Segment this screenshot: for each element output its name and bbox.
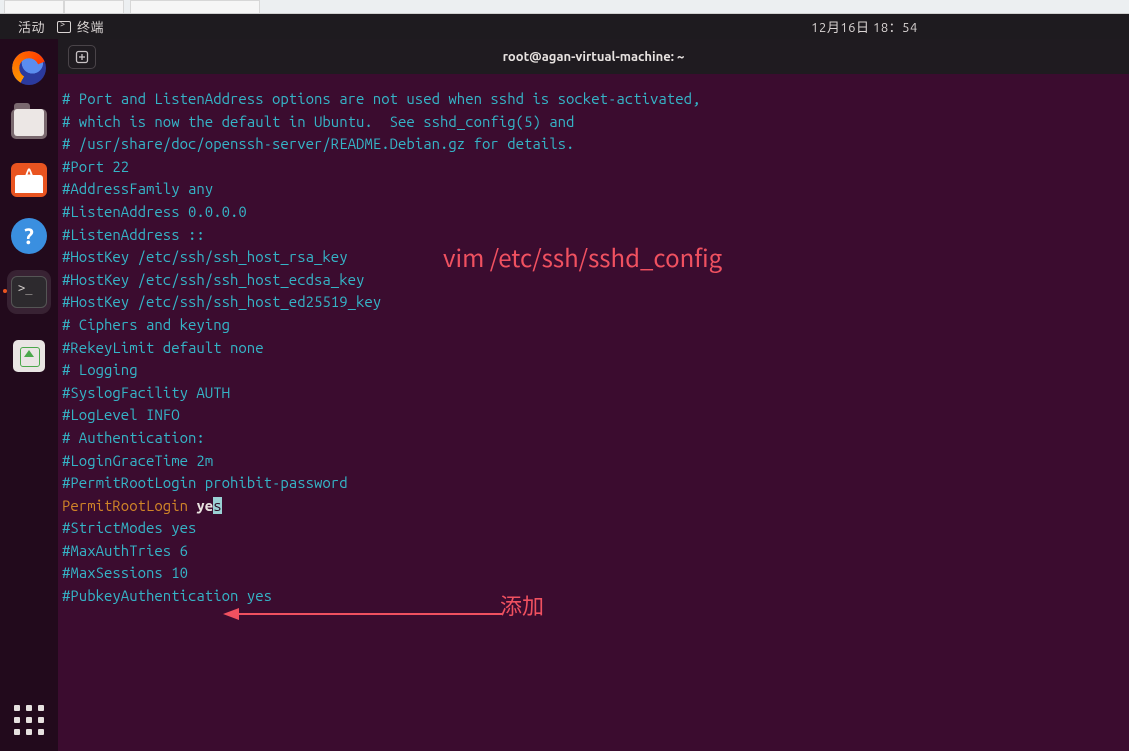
terminal-line: #AddressFamily any bbox=[62, 178, 1129, 201]
terminal-viewport[interactable]: # Port and ListenAddress options are not… bbox=[58, 74, 1129, 751]
help-icon[interactable]: ? bbox=[8, 215, 50, 257]
terminal-line: #SyslogFacility AUTH bbox=[62, 382, 1129, 405]
active-app-label: 终端 bbox=[77, 17, 104, 36]
terminal-line: #PermitRootLogin prohibit-password bbox=[62, 472, 1129, 495]
host-tab[interactable] bbox=[64, 0, 124, 13]
trash-icon[interactable] bbox=[8, 335, 50, 377]
terminal-line: #LogLevel INFO bbox=[62, 404, 1129, 427]
terminal-small-icon bbox=[57, 21, 71, 33]
terminal-titlebar[interactable]: root@agan-virtual-machine: ~ bbox=[58, 39, 1129, 74]
terminal-line: # which is now the default in Ubuntu. Se… bbox=[62, 111, 1129, 134]
software-icon[interactable] bbox=[8, 159, 50, 201]
activities-button[interactable]: 活动 bbox=[18, 17, 45, 36]
clock[interactable]: 12月16日 18：54 bbox=[811, 17, 918, 36]
terminal-line: # /usr/share/doc/openssh-server/README.D… bbox=[62, 133, 1129, 156]
terminal-icon[interactable] bbox=[8, 271, 50, 313]
terminal-line: #ListenAddress 0.0.0.0 bbox=[62, 201, 1129, 224]
annotation-command: vim /etc/ssh/sshd_config bbox=[443, 239, 722, 274]
terminal-window: root@agan-virtual-machine: ~ # Port and … bbox=[58, 39, 1129, 751]
firefox-icon[interactable] bbox=[8, 47, 50, 89]
active-app-indicator[interactable]: 终端 bbox=[57, 17, 104, 36]
show-applications-button[interactable] bbox=[8, 699, 50, 741]
files-icon[interactable] bbox=[8, 103, 50, 145]
terminal-line: #HostKey /etc/ssh/ssh_host_ed25519_key bbox=[62, 291, 1129, 314]
desktop: ? root@agan-virtual-machine: ~ # Port an… bbox=[0, 39, 1129, 751]
annotation-add-label: 添加 bbox=[500, 589, 544, 621]
terminal-line: # Ciphers and keying bbox=[62, 314, 1129, 337]
annotation-arrow-icon bbox=[223, 604, 503, 624]
terminal-line: #RekeyLimit default none bbox=[62, 337, 1129, 360]
dock: ? bbox=[0, 39, 58, 751]
host-tab[interactable] bbox=[4, 0, 64, 13]
terminal-line: #LoginGraceTime 2m bbox=[62, 450, 1129, 473]
terminal-line: # Authentication: bbox=[62, 427, 1129, 450]
host-browser-tab-strip bbox=[0, 0, 1129, 14]
terminal-title: root@agan-virtual-machine: ~ bbox=[96, 50, 1091, 64]
terminal-line: #StrictModes yes bbox=[62, 517, 1129, 540]
host-tab[interactable] bbox=[130, 0, 260, 13]
terminal-line: #MaxSessions 10 bbox=[62, 562, 1129, 585]
terminal-line: # Port and ListenAddress options are not… bbox=[62, 88, 1129, 111]
gnome-topbar: 活动 终端 12月16日 18：54 bbox=[0, 14, 1129, 39]
terminal-line: #MaxAuthTries 6 bbox=[62, 540, 1129, 563]
terminal-line: #Port 22 bbox=[62, 156, 1129, 179]
terminal-line: # Logging bbox=[62, 359, 1129, 382]
new-tab-button[interactable] bbox=[68, 45, 96, 69]
terminal-line-edited: PermitRootLogin yes bbox=[62, 495, 1129, 518]
